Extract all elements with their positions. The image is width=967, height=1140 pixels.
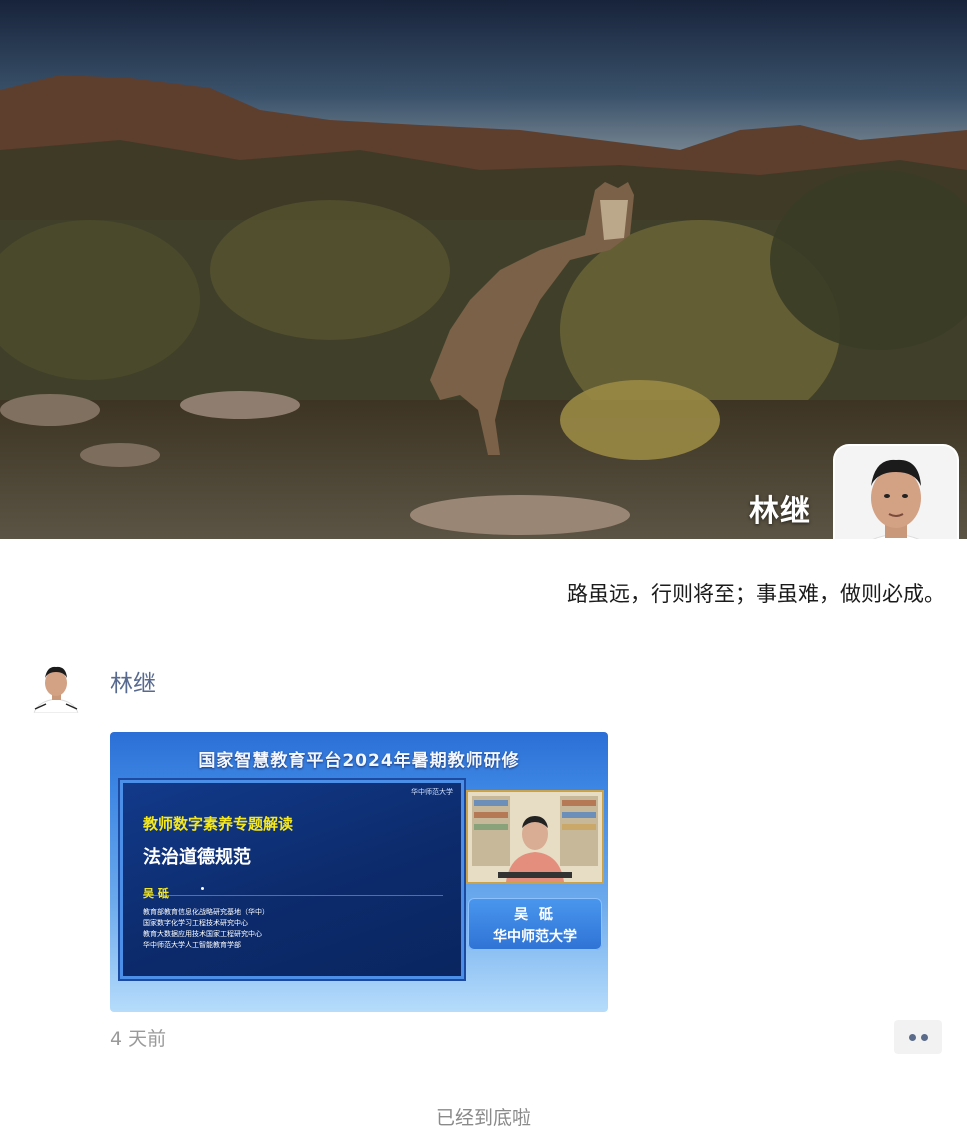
speaker-namecard: 吴 砥 华中师范大学 <box>468 898 602 950</box>
profile-name: 林继 <box>749 494 811 529</box>
cover-photo-illustration <box>0 0 967 539</box>
slide-affiliation: 华中师范大学人工智能教育学部 <box>143 941 241 949</box>
person-portrait-icon <box>30 661 82 713</box>
profile-signature: 路虽远，行则将至；事虽难，做则必成。 <box>567 582 945 606</box>
slide-divider <box>143 895 443 896</box>
moments-profile-page: 林继 路虽远，行则将至；事虽难，做则必成。 林继 国家智慧教育平台2024年暑期… <box>0 0 967 1140</box>
speaker-video-illustration <box>468 792 602 882</box>
slide-affiliation: 教育大数据应用技术国家工程研究中心 <box>143 930 262 938</box>
speaker-video-frame <box>466 790 604 884</box>
person-portrait-icon <box>835 446 957 539</box>
slide-dot <box>201 887 204 890</box>
slide-speaker: 吴 砥 <box>143 887 169 900</box>
slide-main-panel: 华中师范大学 教师数字素养专题解读 法治道德规范 吴 砥 教育部教育信息化战略研… <box>120 780 464 979</box>
post-author-name[interactable]: 林继 <box>110 664 156 698</box>
slide-title: 国家智慧教育平台2024年暑期教师研修 <box>198 751 520 771</box>
more-dots-icon <box>909 1034 916 1041</box>
university-logo: 华中师范大学 <box>411 788 453 796</box>
post-timestamp: 4 天前 <box>110 1028 167 1050</box>
slide-affiliation: 国家数字化学习工程技术研究中心 <box>143 919 248 927</box>
slide-subtitle: 法治道德规范 <box>143 847 251 868</box>
post-author-avatar[interactable] <box>30 661 82 713</box>
cover-photo[interactable]: 林继 <box>0 0 967 539</box>
slide-topic: 教师数字素养专题解读 <box>143 815 294 833</box>
end-of-feed-text: 已经到底啦 <box>435 1107 531 1129</box>
more-options-button[interactable] <box>894 1020 942 1054</box>
post-image[interactable]: 国家智慧教育平台2024年暑期教师研修 华中师范大学 教师数字素养专题解读 法治… <box>110 732 608 1012</box>
profile-avatar[interactable] <box>835 446 957 539</box>
more-dots-icon <box>921 1034 928 1041</box>
slide-affiliation: 教育部教育信息化战略研究基地（华中） <box>143 908 269 916</box>
namecard-organization: 华中师范大学 <box>493 929 577 945</box>
namecard-name: 吴 砥 <box>514 907 556 923</box>
